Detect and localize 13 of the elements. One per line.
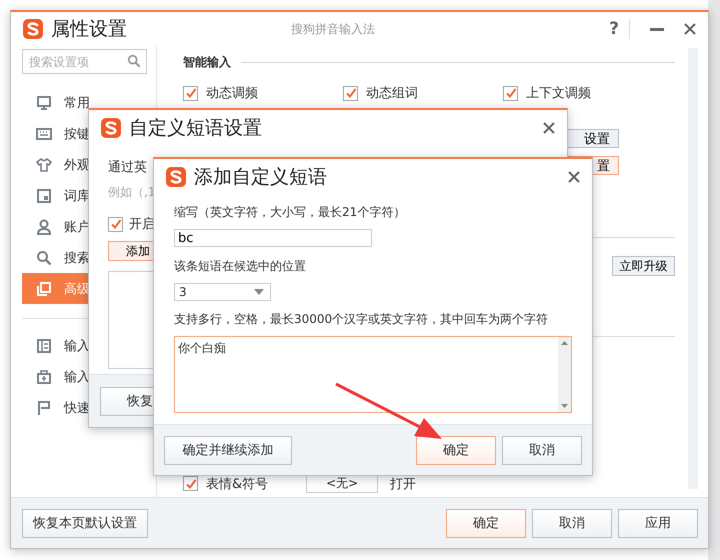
option-label: 动态组词 (366, 85, 418, 102)
dialog-title: 自定义短语设置 (129, 116, 263, 141)
window-title: 属性设置 (51, 17, 127, 42)
action-label: 打开 (390, 476, 416, 492)
field-label: 缩写（英文字符，大小写，最长21个字符） (174, 204, 406, 221)
section-title: 智能输入 (183, 54, 231, 71)
app-name: 搜狗拼音输入法 (290, 20, 376, 38)
option-label: 上下文调频 (526, 85, 591, 102)
field-label: 支持多行，空格，最长30000个汉字或英文字符，其中回车为两个字符 (174, 311, 550, 328)
option-label: 表情&符号 (206, 476, 268, 492)
field-label: 该条短语在候选中的位置 (174, 258, 307, 275)
dialog-title: 添加自定义短语 (194, 165, 328, 190)
option-label: 动态调频 (206, 85, 258, 102)
